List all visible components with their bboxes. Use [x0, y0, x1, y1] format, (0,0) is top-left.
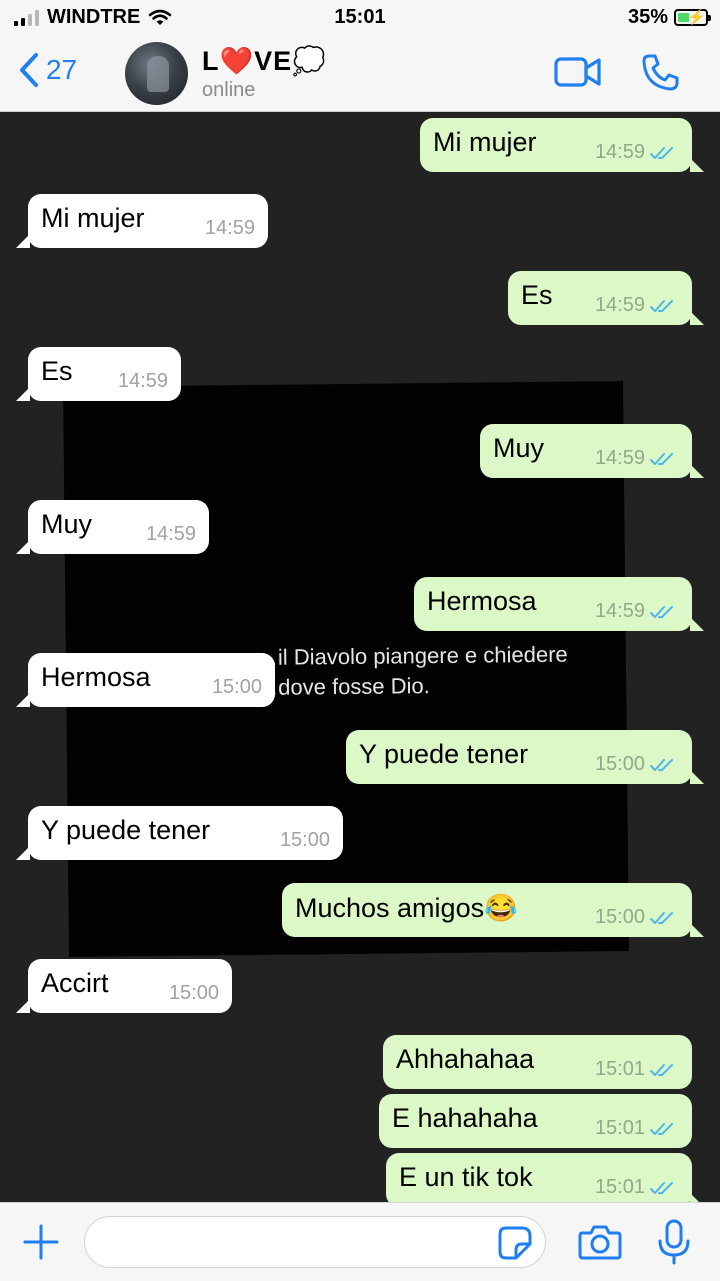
message-incoming[interactable]: Mi mujer 14:59	[16, 194, 268, 248]
clock: 15:01	[334, 6, 386, 28]
message-outgoing[interactable]: Mi mujer 14:59	[420, 118, 704, 172]
unread-count: 27	[46, 54, 78, 85]
double-check-icon	[650, 146, 673, 159]
chat-header: 27 L❤️VE💭 online	[0, 36, 720, 112]
battery-percent: 35%	[627, 6, 668, 28]
message-time: 15:00	[594, 753, 645, 775]
message-time: 15:01	[594, 1176, 645, 1198]
message-incoming[interactable]: Muy 14:59	[16, 500, 209, 554]
composer-bar	[0, 1202, 720, 1281]
chevron-left-icon	[20, 53, 38, 87]
message-time: 14:59	[594, 294, 645, 316]
photo-caption: …il Diavolo piangere e chiedere …dove fo…	[255, 641, 568, 700]
message-time: 15:01	[594, 1117, 645, 1139]
battery: 35% ⚡	[627, 6, 711, 29]
status-bar: WINDTRE 15:01 35% ⚡	[0, 0, 720, 36]
contact-name[interactable]: L❤️VE💭	[202, 45, 327, 77]
double-check-icon	[650, 1063, 673, 1076]
message-time: 15:00	[594, 906, 645, 928]
message-outgoing[interactable]: Muy 14:59	[480, 424, 704, 478]
video-call-button[interactable]	[554, 54, 602, 90]
double-check-icon	[650, 299, 673, 312]
message-incoming[interactable]: Y puede tener 15:00	[16, 806, 343, 860]
message-outgoing[interactable]: Y puede tener 15:00	[346, 730, 704, 784]
double-check-icon	[650, 758, 673, 771]
message-outgoing[interactable]: Muchos amigos😂 15:00	[282, 883, 704, 937]
double-check-icon	[650, 1122, 673, 1135]
voice-call-button[interactable]	[640, 52, 680, 92]
message-time: 14:59	[594, 141, 645, 163]
message-list[interactable]: …il Diavolo piangere e chiedere …dove fo…	[0, 112, 720, 1202]
message-outgoing[interactable]: Es 14:59	[508, 271, 704, 325]
double-check-icon	[650, 1181, 673, 1194]
camera-button[interactable]	[578, 1223, 622, 1261]
message-time: 14:59	[145, 523, 196, 545]
message-time: 14:59	[204, 217, 255, 239]
attach-button[interactable]	[22, 1223, 60, 1261]
message-outgoing[interactable]: E un tik tok 15:01	[386, 1153, 704, 1202]
message-time: 15:01	[594, 1058, 645, 1080]
message-incoming[interactable]: Accirt 15:00	[16, 959, 232, 1013]
message-incoming[interactable]: Hermosa 15:00	[16, 653, 275, 707]
double-check-icon	[650, 452, 673, 465]
message-input[interactable]	[84, 1216, 546, 1268]
back-button[interactable]: 27	[18, 52, 77, 88]
contact-status: online	[202, 79, 256, 101]
battery-icon: ⚡	[674, 9, 711, 26]
double-check-icon	[650, 605, 673, 618]
message-time: 15:00	[168, 982, 219, 1004]
microphone-button[interactable]	[656, 1219, 692, 1265]
avatar[interactable]	[125, 42, 188, 105]
message-outgoing[interactable]: Ahhahahaa 15:01	[383, 1035, 692, 1089]
message-time: 14:59	[117, 370, 168, 392]
message-time: 15:00	[279, 829, 330, 851]
message-time: 14:59	[594, 600, 645, 622]
message-time: 14:59	[594, 447, 645, 469]
double-check-icon	[650, 911, 673, 924]
message-outgoing[interactable]: Hermosa 14:59	[414, 577, 704, 631]
message-time: 15:00	[211, 676, 262, 698]
message-outgoing[interactable]: E hahahaha 15:01	[379, 1094, 692, 1148]
message-incoming[interactable]: Es 14:59	[16, 347, 181, 401]
sticker-button[interactable]	[498, 1226, 532, 1260]
